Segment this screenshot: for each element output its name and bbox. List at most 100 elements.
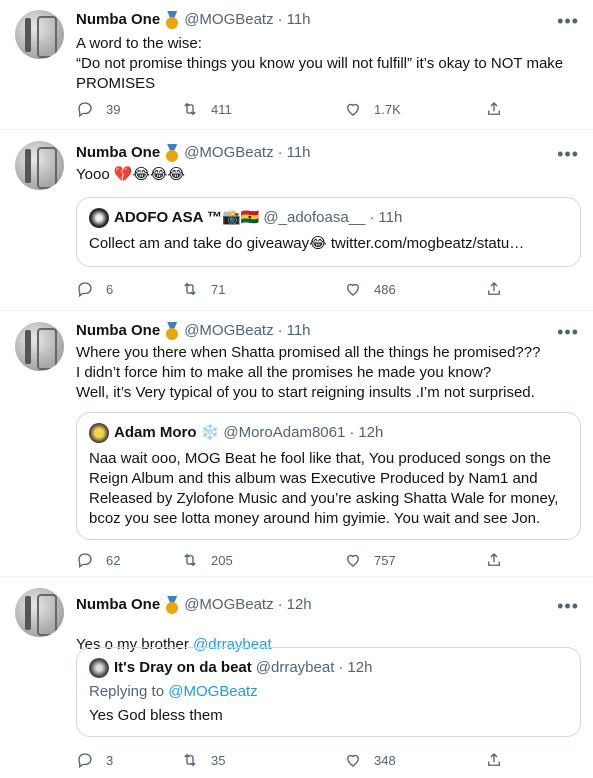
reply-count: 62 bbox=[106, 552, 121, 568]
tweet-header: Numba One @MOGBeatz · 12h bbox=[76, 595, 312, 615]
tweet-header: Numba One @MOGBeatz · 11h bbox=[76, 10, 311, 30]
retweet-count: 35 bbox=[211, 752, 226, 768]
avatar[interactable] bbox=[15, 588, 64, 637]
quoted-text: Naa wait ooo, MOG Beat he fool like that… bbox=[89, 450, 559, 527]
like-button[interactable]: 486 bbox=[344, 280, 396, 298]
replying-label: Replying to bbox=[89, 683, 169, 700]
quoted-tweet-header: It's Dray on da beat @drraybeat · 12h bbox=[89, 658, 568, 678]
separator: · bbox=[338, 659, 344, 676]
author-handle[interactable]: @MOGBeatz bbox=[184, 143, 273, 163]
share-icon bbox=[488, 282, 500, 295]
retweet-button[interactable]: 411 bbox=[181, 100, 232, 118]
tweet-actions: 3 35 348 bbox=[76, 751, 516, 771]
separator: · bbox=[277, 596, 283, 613]
retweet-button[interactable]: 71 bbox=[181, 280, 225, 298]
like-button[interactable]: 348 bbox=[344, 751, 396, 769]
author-handle[interactable]: @MOGBeatz bbox=[184, 595, 273, 615]
avatar[interactable] bbox=[15, 10, 64, 59]
timestamp[interactable]: 11h bbox=[287, 10, 311, 30]
share-button[interactable] bbox=[485, 751, 503, 769]
share-button[interactable] bbox=[485, 280, 503, 298]
author-name[interactable]: Numba One bbox=[76, 10, 160, 30]
reply-count: 3 bbox=[106, 752, 114, 768]
quoted-timestamp: 12h bbox=[347, 659, 373, 676]
quoted-tweet[interactable]: Adam Moro ❄️ @MoroAdam8061 · 12h Naa wai… bbox=[76, 412, 581, 540]
quoted-tweet-header: ADOFO ASA ™📸🇬🇭 @_adofoasa__ · 11h bbox=[89, 208, 568, 228]
retweet-button[interactable]: 205 bbox=[181, 551, 233, 569]
quoted-avatar bbox=[89, 208, 109, 228]
reply-icon bbox=[78, 102, 92, 118]
like-button[interactable]: 757 bbox=[344, 551, 396, 569]
reply-icon bbox=[78, 753, 92, 769]
timestamp[interactable]: 11h bbox=[287, 321, 311, 341]
separator: · bbox=[349, 424, 355, 441]
tweet[interactable]: Numba One @MOGBeatz · 11h ••• Yooo 💔😂😂😂 … bbox=[0, 131, 593, 311]
reply-icon bbox=[78, 282, 92, 298]
quoted-timestamp: 12h bbox=[358, 424, 384, 441]
retweet-icon bbox=[184, 553, 196, 567]
avatar[interactable] bbox=[15, 141, 64, 190]
medal-icon bbox=[164, 11, 180, 29]
separator: · bbox=[369, 209, 375, 226]
separator: · bbox=[277, 322, 283, 339]
tweet[interactable]: Numba One @MOGBeatz · 11h ••• A word to … bbox=[0, 0, 593, 130]
author-name[interactable]: Numba One bbox=[76, 321, 160, 341]
more-icon[interactable]: ••• bbox=[557, 145, 579, 163]
medal-icon bbox=[164, 322, 180, 340]
share-button[interactable] bbox=[485, 551, 503, 569]
like-count: 1.7K bbox=[374, 101, 401, 117]
share-button[interactable] bbox=[485, 100, 503, 118]
more-icon[interactable]: ••• bbox=[557, 12, 579, 30]
quoted-avatar bbox=[89, 423, 109, 443]
reply-button[interactable]: 3 bbox=[76, 751, 113, 769]
reply-button[interactable]: 6 bbox=[76, 280, 113, 298]
reply-icon bbox=[78, 553, 92, 569]
quoted-text: Yes God bless them bbox=[89, 707, 223, 724]
tweet[interactable]: Numba One @MOGBeatz · 12h ••• Yes o my b… bbox=[0, 578, 593, 778]
retweet-button[interactable]: 35 bbox=[181, 751, 225, 769]
quoted-author-handle: @_adofoasa__ bbox=[263, 209, 366, 226]
timestamp[interactable]: 11h bbox=[287, 143, 311, 163]
like-icon bbox=[347, 103, 359, 116]
tweet-header: Numba One @MOGBeatz · 11h bbox=[76, 321, 311, 341]
share-icon bbox=[488, 753, 500, 766]
quoted-author-handle: @drraybeat bbox=[255, 659, 335, 676]
tweet[interactable]: Numba One @MOGBeatz · 11h ••• Where you … bbox=[0, 312, 593, 577]
share-icon bbox=[488, 102, 500, 115]
author-name[interactable]: Numba One bbox=[76, 595, 160, 615]
tweet-text: Where you there when Shatta promised all… bbox=[76, 344, 541, 401]
separator: · bbox=[277, 11, 283, 28]
retweet-icon bbox=[184, 282, 196, 296]
timeline-feed: Numba One @MOGBeatz · 11h ••• A word to … bbox=[0, 0, 593, 778]
like-icon bbox=[347, 283, 359, 296]
reply-count: 6 bbox=[106, 281, 114, 297]
author-name[interactable]: Numba One bbox=[76, 143, 160, 163]
author-handle[interactable]: @MOGBeatz bbox=[184, 10, 273, 30]
tweet-actions: 39 411 1.7K bbox=[76, 100, 516, 120]
replying-to: Replying to @MOGBeatz bbox=[89, 682, 568, 702]
author-handle[interactable]: @MOGBeatz bbox=[184, 321, 273, 341]
quoted-author-handle: @MoroAdam8061 bbox=[223, 424, 346, 441]
tweet-text: Yooo 💔😂😂😂 bbox=[76, 166, 186, 183]
more-icon[interactable]: ••• bbox=[557, 323, 579, 341]
more-icon[interactable]: ••• bbox=[557, 597, 579, 615]
quoted-tweet[interactable]: It's Dray on da beat @drraybeat · 12h Re… bbox=[76, 647, 581, 737]
tweet-text: A word to the wise: “Do not promise thin… bbox=[76, 35, 564, 92]
tweet-actions: 6 71 486 bbox=[76, 280, 516, 300]
quoted-text: Collect am and take do giveaway😂 twitter… bbox=[89, 235, 525, 252]
like-count: 348 bbox=[374, 752, 396, 768]
like-icon bbox=[347, 554, 359, 567]
reply-count: 39 bbox=[106, 101, 121, 117]
quoted-author-name: ADOFO ASA ™📸🇬🇭 bbox=[114, 209, 260, 226]
retweet-count: 205 bbox=[211, 552, 233, 568]
replying-to-link[interactable]: @MOGBeatz bbox=[168, 683, 257, 700]
quoted-author-name: Adam Moro ❄️ bbox=[114, 424, 220, 441]
like-button[interactable]: 1.7K bbox=[344, 100, 401, 118]
reply-button[interactable]: 62 bbox=[76, 551, 120, 569]
reply-button[interactable]: 39 bbox=[76, 100, 120, 118]
timestamp[interactable]: 12h bbox=[287, 595, 312, 615]
quoted-timestamp: 11h bbox=[378, 209, 403, 226]
retweet-count: 71 bbox=[211, 281, 226, 297]
quoted-tweet[interactable]: ADOFO ASA ™📸🇬🇭 @_adofoasa__ · 11h Collec… bbox=[76, 197, 581, 267]
avatar[interactable] bbox=[15, 322, 64, 371]
